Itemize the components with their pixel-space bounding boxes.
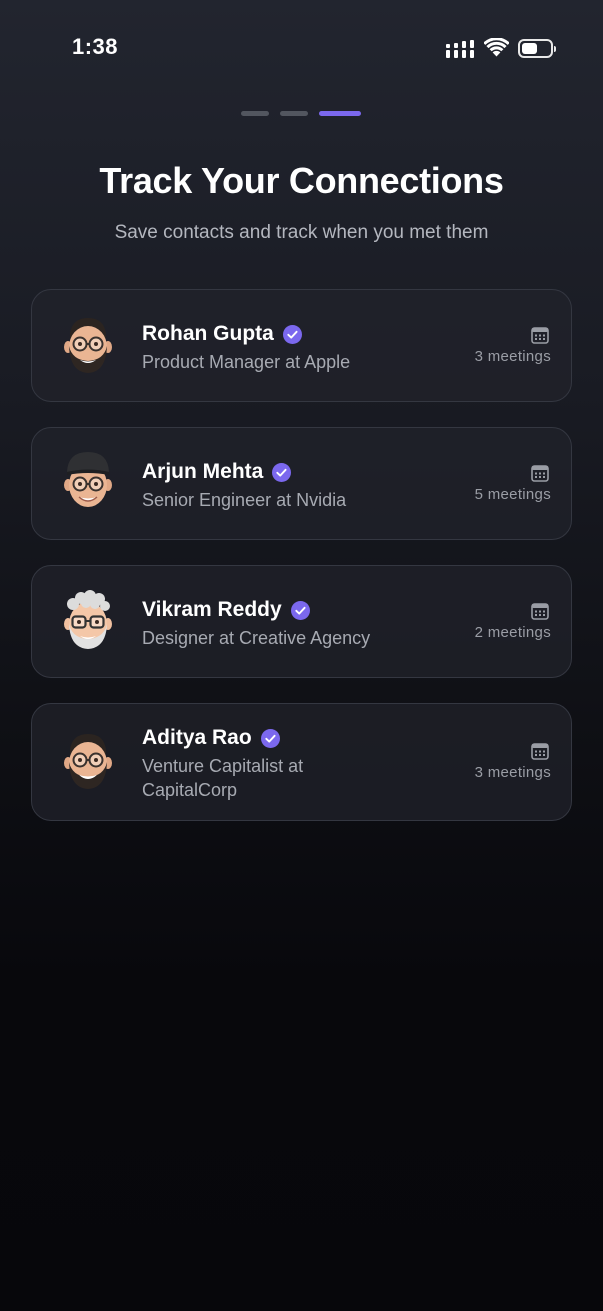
contact-name-row: Rohan Gupta	[142, 322, 302, 346]
onboarding-screen: 1:38 Track Your Connections Save contact…	[0, 0, 603, 1311]
calendar-icon	[531, 465, 549, 482]
contact-name: Aditya Rao	[142, 726, 252, 749]
contact-card[interactable]: Vikram Reddy Designer at Creative Agency…	[31, 565, 572, 678]
calendar-icon	[531, 603, 549, 620]
verified-badge-icon	[260, 728, 280, 748]
memoji-grey-hair-glasses-icon	[64, 590, 112, 649]
page-dot-2[interactable]	[280, 111, 308, 116]
wifi-icon	[484, 38, 509, 57]
status-bar: 1:38	[0, 0, 603, 96]
calendar-icon	[531, 743, 549, 760]
cellular-signal-icon	[446, 40, 474, 58]
memoji-beard-glasses-icon	[64, 318, 112, 373]
memoji-cap-glasses-icon	[64, 452, 112, 507]
status-time: 1:38	[72, 34, 119, 59]
page-indicator	[0, 111, 603, 117]
contact-name-row: Aditya Rao	[142, 726, 280, 750]
memoji-beard-glasses-icon	[64, 734, 112, 789]
contact-role: Designer at Creative Agency	[142, 628, 371, 648]
contact-name: Rohan Gupta	[142, 322, 274, 345]
contact-role: Senior Engineer at Nvidia	[142, 490, 347, 510]
contact-name: Vikram Reddy	[142, 598, 282, 621]
meeting-count: 2 meetings	[474, 624, 551, 641]
calendar-icon	[531, 327, 549, 344]
contact-role: Product Manager at Apple	[142, 352, 351, 372]
battery-icon	[518, 39, 556, 58]
contact-card[interactable]: Aditya Rao Venture Capitalist at Capital…	[31, 703, 572, 821]
page-subtitle: Save contacts and track when you met the…	[114, 222, 489, 243]
meeting-count: 3 meetings	[474, 764, 551, 781]
meeting-count: 5 meetings	[474, 486, 551, 503]
contact-name: Arjun Mehta	[142, 460, 264, 483]
contact-card[interactable]: Rohan Gupta Product Manager at Apple 3 m…	[31, 289, 572, 402]
meeting-count: 3 meetings	[474, 348, 551, 365]
page-dot-3-active[interactable]	[319, 111, 361, 116]
contact-name-row: Arjun Mehta	[142, 460, 292, 484]
contact-name-row: Vikram Reddy	[142, 598, 310, 622]
page-dot-1[interactable]	[241, 111, 269, 116]
verified-badge-icon	[282, 324, 302, 344]
contact-card[interactable]: Arjun Mehta Senior Engineer at Nvidia 5 …	[31, 427, 572, 540]
page-title: Track Your Connections	[99, 160, 504, 201]
verified-badge-icon	[272, 462, 292, 482]
verified-badge-icon	[290, 600, 310, 620]
contact-role: Venture Capitalist at CapitalCorp	[142, 756, 304, 800]
